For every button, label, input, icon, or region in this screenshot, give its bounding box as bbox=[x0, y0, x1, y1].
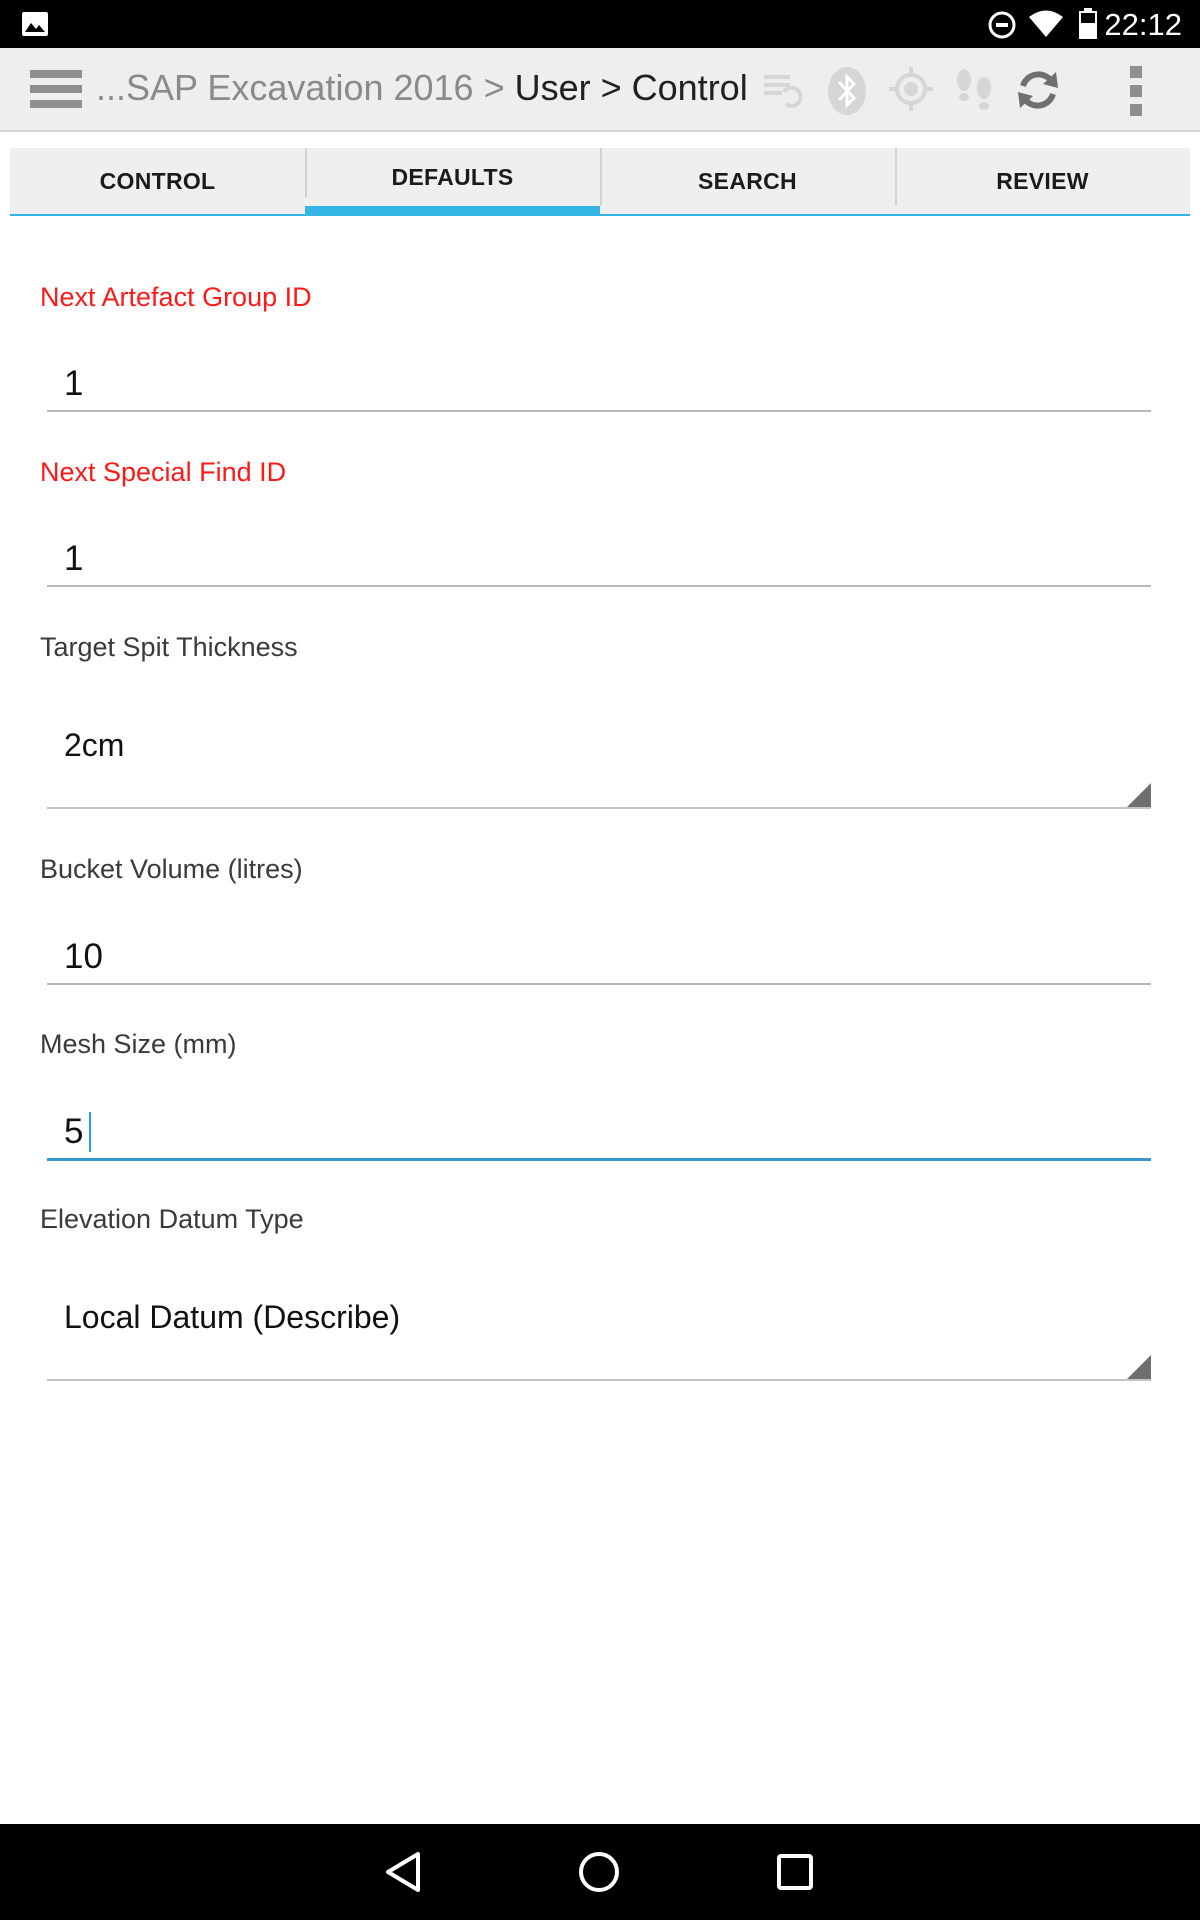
status-bar: 22:12 bbox=[0, 0, 1200, 48]
tab-control[interactable]: CONTROL bbox=[10, 148, 305, 216]
overflow-menu-icon[interactable] bbox=[1126, 66, 1146, 121]
status-clock: 22:12 bbox=[1104, 7, 1182, 42]
spit-thickness-value: 2cm bbox=[64, 727, 125, 763]
bucket-volume-field[interactable]: 10 bbox=[47, 931, 1151, 985]
breadcrumb: ...SAP Excavation 2016 > User > Control bbox=[96, 67, 748, 109]
special-find-label: Next Special Find ID bbox=[40, 457, 287, 487]
artefact-group-label: Next Artefact Group ID bbox=[40, 282, 312, 312]
bluetooth-icon[interactable] bbox=[826, 66, 868, 121]
recents-icon[interactable] bbox=[773, 1850, 817, 1899]
dropdown-triangle-icon bbox=[1127, 1355, 1151, 1379]
artefact-group-value: 1 bbox=[64, 364, 84, 403]
navigation-bar bbox=[0, 1824, 1200, 1920]
elevation-datum-label: Elevation Datum Type bbox=[40, 1204, 304, 1234]
mesh-size-value: 5 bbox=[64, 1112, 84, 1151]
footsteps-icon[interactable] bbox=[952, 66, 996, 119]
sync-icon[interactable] bbox=[1014, 66, 1062, 119]
elevation-datum-dropdown[interactable]: Local Datum (Describe) bbox=[47, 1269, 1151, 1381]
text-cursor bbox=[89, 1112, 91, 1152]
gps-icon[interactable] bbox=[888, 66, 934, 117]
home-icon[interactable] bbox=[577, 1850, 621, 1899]
bucket-volume-label: Bucket Volume (litres) bbox=[40, 854, 303, 884]
tab-bar: CONTROL DEFAULTS SEARCH REVIEW bbox=[10, 148, 1190, 216]
mesh-size-label: Mesh Size (mm) bbox=[40, 1029, 237, 1059]
special-find-field[interactable]: 1 bbox=[47, 533, 1151, 587]
menu-icon[interactable] bbox=[30, 68, 82, 115]
sync-list-icon[interactable] bbox=[760, 66, 806, 117]
special-find-value: 1 bbox=[64, 539, 84, 578]
artefact-group-field[interactable]: 1 bbox=[47, 358, 1151, 412]
action-bar: ...SAP Excavation 2016 > User > Control bbox=[0, 48, 1200, 132]
tab-review[interactable]: REVIEW bbox=[895, 148, 1190, 216]
tab-search[interactable]: SEARCH bbox=[600, 148, 895, 216]
spit-thickness-dropdown[interactable]: 2cm bbox=[47, 697, 1151, 809]
elevation-datum-value: Local Datum (Describe) bbox=[64, 1299, 401, 1335]
mesh-size-field[interactable]: 5 bbox=[47, 1106, 1151, 1161]
gallery-icon bbox=[22, 12, 48, 41]
spit-thickness-label: Target Spit Thickness bbox=[40, 632, 298, 662]
bucket-volume-value: 10 bbox=[64, 937, 103, 976]
tab-defaults[interactable]: DEFAULTS bbox=[305, 148, 600, 216]
battery-icon bbox=[1078, 8, 1098, 45]
wifi-icon bbox=[1028, 10, 1064, 43]
back-icon[interactable] bbox=[382, 1850, 426, 1899]
dropdown-triangle-icon bbox=[1127, 783, 1151, 807]
breadcrumb-prefix: ...SAP Excavation 2016 > bbox=[96, 67, 515, 108]
do-not-disturb-icon bbox=[988, 11, 1016, 44]
page-title: User > Control bbox=[514, 67, 748, 108]
